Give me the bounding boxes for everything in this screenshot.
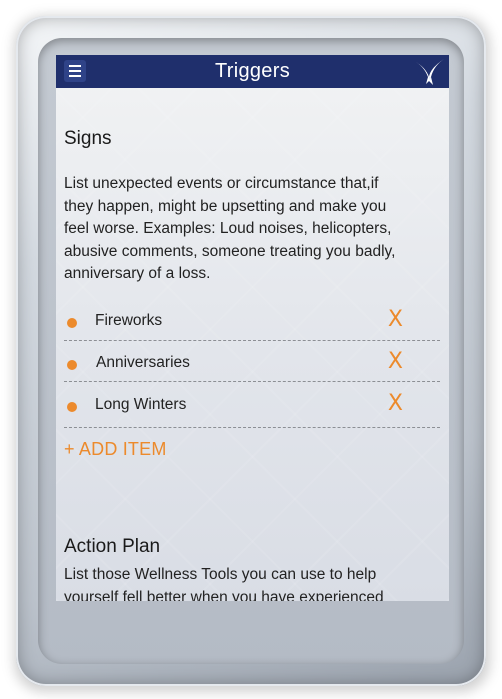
signs-heading: Signs: [64, 128, 112, 149]
item-label: Fireworks: [95, 312, 163, 329]
divider: [64, 427, 440, 428]
signs-description: List unexpected events or circumstance t…: [64, 173, 414, 286]
list-item[interactable]: Anniversaries X: [64, 349, 440, 379]
delete-item-button[interactable]: X: [388, 391, 403, 416]
page-title: Triggers: [214, 60, 290, 82]
hamburger-icon[interactable]: [64, 60, 86, 82]
signs-description-line: anniversary of a loss.: [64, 265, 211, 282]
list-item[interactable]: Long Winters X: [64, 391, 440, 421]
app-bar: Triggers: [56, 55, 449, 88]
action-plan-description-line: List those Wellness Tools you can use to…: [64, 566, 377, 583]
bird-icon: [414, 59, 444, 85]
app-screen: Triggers Signs List unexpected events or…: [56, 55, 449, 601]
action-plan-description: List those Wellness Tools you can use to…: [64, 564, 414, 601]
bullet-icon: [67, 360, 77, 370]
signs-description-line: List unexpected events or circumstance t…: [64, 175, 379, 192]
item-label: Anniversaries: [96, 354, 190, 371]
divider: [64, 340, 440, 341]
delete-item-button[interactable]: X: [388, 307, 403, 332]
item-label: Long Winters: [95, 396, 187, 413]
bullet-icon: [67, 402, 77, 412]
divider: [64, 381, 440, 382]
list-item[interactable]: Fireworks X: [64, 307, 440, 337]
bullet-icon: [67, 318, 77, 328]
action-plan-description-line: yourself fell better when you have exper…: [64, 588, 384, 602]
add-item-button[interactable]: + ADD ITEM: [64, 439, 167, 460]
signs-description-line: feel worse. Examples: Loud noises, helic…: [64, 220, 392, 237]
delete-item-button[interactable]: X: [388, 349, 403, 374]
signs-description-line: abusive comments, someone treating you b…: [64, 242, 396, 260]
signs-description-line: they happen, might be upsetting and make…: [64, 197, 387, 215]
action-plan-heading: Action Plan: [64, 536, 161, 557]
